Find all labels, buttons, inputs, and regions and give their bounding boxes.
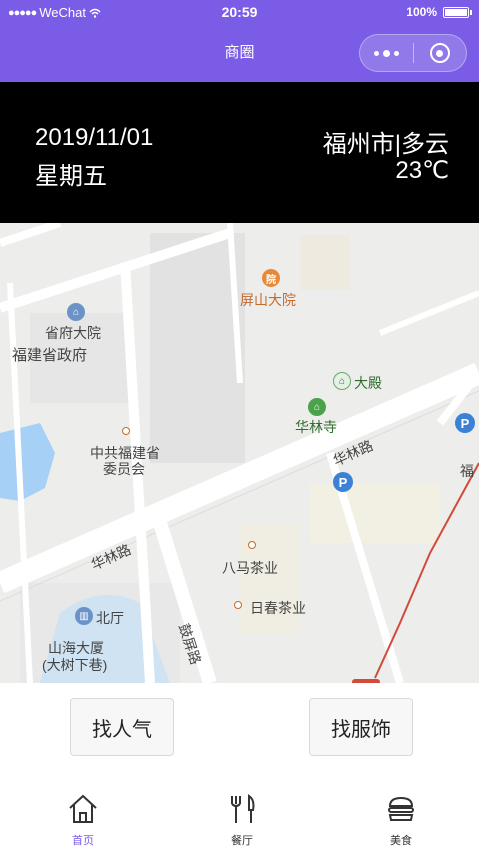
tab-home-label: 首页 (72, 835, 94, 847)
map-label-fujian-govt: 福建省政府 (12, 347, 88, 364)
tab-food-label: 美食 (390, 835, 412, 847)
map-label-beiting: 北厅 (96, 610, 124, 626)
map-view[interactable]: 院 屏山大院 ⌂ 省府大院 福建省政府 ⌂ 大殿 ⌂ 华林寺 中共福建省 委员会… (0, 223, 479, 683)
temple-hall-icon[interactable]: ⌂ (333, 372, 351, 390)
burger-icon (388, 796, 414, 821)
parking-icon[interactable]: P (455, 413, 475, 433)
find-popular-button[interactable]: 找人气 (70, 698, 174, 756)
tab-food[interactable]: 美食 (351, 790, 451, 849)
temple-pin-icon[interactable]: ⌂ (308, 398, 326, 416)
map-label-bama-tea: 八马茶业 (222, 560, 278, 576)
more-dot-icon (374, 50, 379, 56)
more-dot-icon (383, 49, 390, 57)
tab-bar: 首页 餐厅 美食 (0, 790, 479, 849)
tab-restaurant-label: 餐厅 (231, 835, 253, 847)
battery-percent: 100% (406, 5, 437, 19)
weekday-text: 星期五 (35, 163, 107, 190)
poi-dot-icon[interactable] (248, 541, 256, 549)
parking-icon[interactable]: P (333, 472, 353, 492)
mini-program-capsule (359, 34, 467, 72)
battery-icon (443, 6, 472, 18)
government-pin-icon[interactable]: ⌂ (67, 303, 85, 321)
nav-bar: 商圈 (0, 24, 479, 82)
find-clothing-button[interactable]: 找服饰 (309, 698, 413, 756)
date-text: 2019/11/01 (35, 124, 154, 151)
home-icon (69, 794, 97, 823)
info-panel: 2019/11/01 星期五 福州市|多云 23℃ (0, 82, 479, 223)
poi-dot-icon[interactable] (122, 427, 130, 435)
tab-home[interactable]: 首页 (33, 790, 133, 849)
map-label-shanhai-2: (大树下巷) (42, 657, 108, 673)
close-circle-icon (429, 43, 450, 63)
status-bar: ●●●●● WeChat 20:59 100% (0, 0, 479, 24)
more-dot-icon (394, 50, 399, 56)
map-label-richun-tea: 日春茶业 (250, 600, 306, 616)
close-button[interactable] (414, 35, 466, 71)
map-label-shengfu: 省府大院 (45, 325, 101, 341)
restaurant-icon (231, 794, 255, 823)
more-button[interactable] (360, 35, 413, 71)
poi-dot-icon[interactable] (234, 601, 242, 609)
map-label-fujian-edge: 福 (460, 463, 474, 479)
city-weather-text: 福州市|多云 (322, 131, 449, 158)
temperature-text: 23℃ (395, 157, 449, 184)
status-right: 100% (406, 5, 472, 19)
map-label-party-2: 委员会 (103, 461, 145, 477)
map-label-dadian: 大殿 (354, 375, 382, 391)
map-label-hualinsi: 华林寺 (295, 419, 337, 435)
building-pin-icon[interactable]: ▥ (75, 607, 93, 625)
tab-restaurant[interactable]: 餐厅 (192, 790, 292, 849)
poi-pin-icon[interactable]: 院 (262, 269, 280, 287)
map-label-pingshan: 屏山大院 (240, 292, 296, 308)
